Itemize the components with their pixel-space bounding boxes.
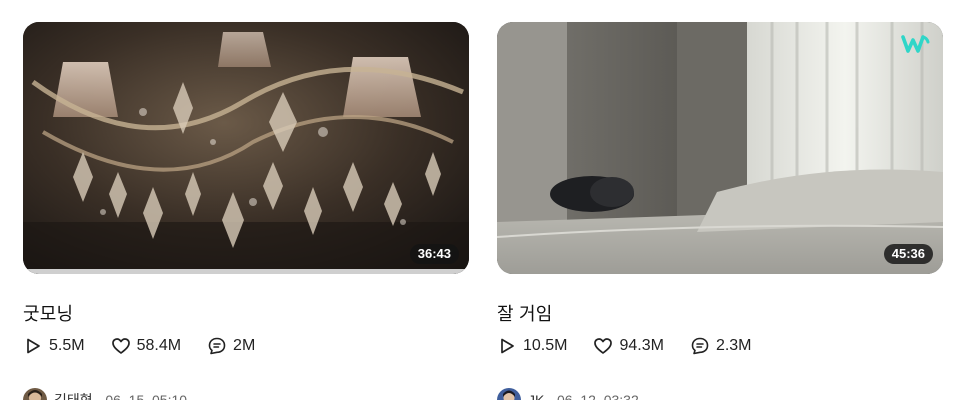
duration-badge: 36:43 bbox=[409, 244, 459, 264]
post-date: 06. 12. 03:32 bbox=[557, 392, 639, 400]
video-meta: JK · 06. 12. 03:32 bbox=[497, 388, 639, 400]
chandelier-image bbox=[23, 22, 469, 274]
post-date: 06. 15. 05:10 bbox=[105, 392, 188, 400]
author-name[interactable]: JK bbox=[528, 392, 544, 400]
plays-count: 5.5M bbox=[49, 337, 85, 354]
weverse-logo-icon bbox=[901, 35, 930, 53]
likes-count: 94.3M bbox=[619, 337, 664, 354]
avatar[interactable] bbox=[497, 388, 521, 400]
heart-icon bbox=[111, 338, 130, 354]
video-card[interactable]: 36:43 굿모닝 5.5M 58.4M 2M 김태형 · 06. 15. 05… bbox=[23, 22, 469, 400]
plays-stat: 10.5M bbox=[497, 336, 567, 356]
watch-progress-fill bbox=[23, 269, 469, 274]
separator: · bbox=[96, 392, 102, 400]
comment-icon bbox=[208, 337, 226, 355]
play-icon bbox=[501, 338, 514, 354]
likes-stat: 58.4M bbox=[111, 336, 181, 356]
plays-stat: 5.5M bbox=[23, 336, 85, 356]
separator: · bbox=[548, 392, 554, 400]
comments-stat: 2M bbox=[207, 336, 255, 356]
plays-count: 10.5M bbox=[523, 337, 568, 354]
video-thumbnail[interactable]: 36:43 bbox=[23, 22, 469, 274]
comment-icon bbox=[691, 337, 709, 355]
avatar[interactable] bbox=[23, 388, 47, 400]
comments-count: 2M bbox=[233, 337, 256, 354]
comments-count: 2.3M bbox=[715, 337, 752, 354]
watch-progress-bar bbox=[23, 269, 469, 274]
likes-stat: 94.3M bbox=[593, 336, 664, 356]
video-title[interactable]: 잘 거임 bbox=[497, 300, 552, 326]
video-thumbnail[interactable]: 45:36 bbox=[497, 22, 943, 274]
play-icon bbox=[27, 338, 40, 354]
video-stats: 5.5M 58.4M 2M bbox=[23, 334, 281, 358]
video-title[interactable]: 굿모닝 bbox=[23, 300, 73, 326]
video-stats: 10.5M 94.3M 2.3M bbox=[497, 334, 778, 358]
likes-count: 58.4M bbox=[136, 337, 182, 354]
author-name[interactable]: 김태형 bbox=[54, 390, 93, 400]
heart-icon bbox=[594, 338, 613, 354]
video-card[interactable]: 45:36 잘 거임 10.5M 94.3M 2.3M JK · 06. 12.… bbox=[497, 22, 943, 400]
duration-badge: 45:36 bbox=[883, 244, 933, 264]
video-meta: 김태형 · 06. 15. 05:10 bbox=[23, 388, 187, 400]
comments-stat: 2.3M bbox=[690, 336, 752, 356]
bedroom-image bbox=[497, 22, 943, 274]
